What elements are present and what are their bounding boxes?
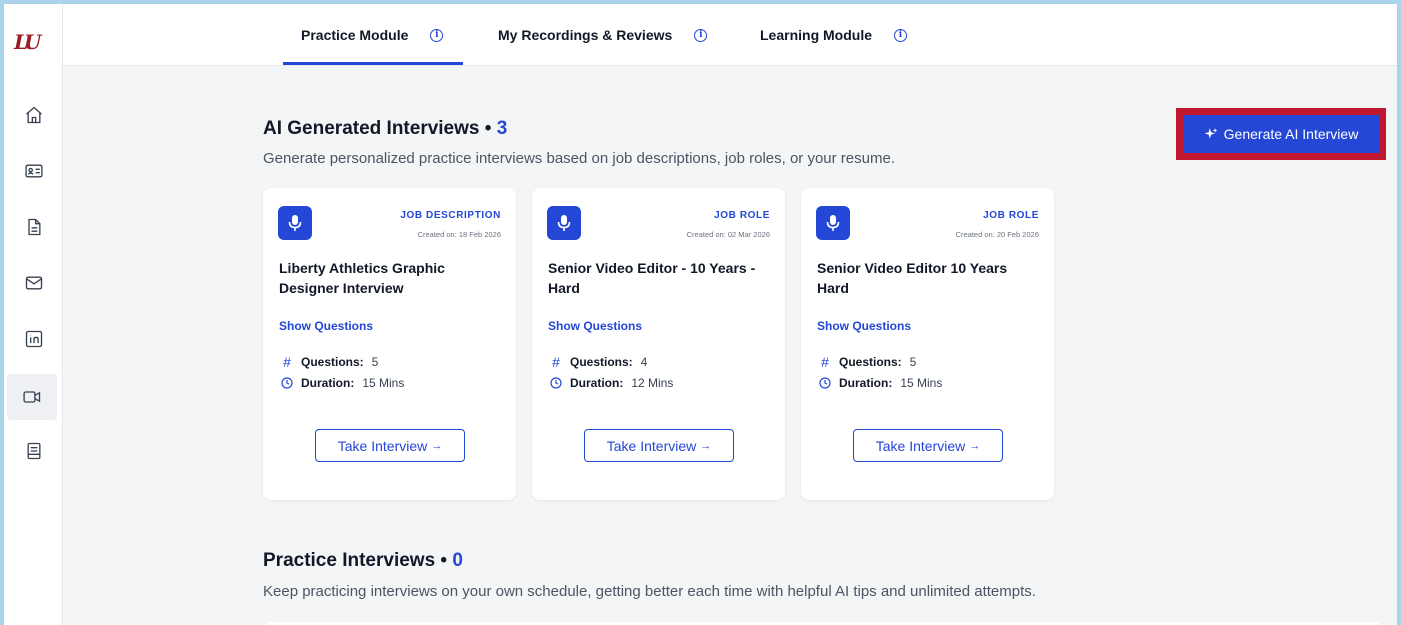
interview-card: JOB ROLE Created on: 20 Feb 2026 Senior …	[801, 188, 1054, 500]
take-interview-button[interactable]: Take Interview →	[315, 429, 465, 462]
card-created-date: Created on: 18 Feb 2026	[417, 230, 501, 239]
questions-count: # Questions: 5	[281, 354, 378, 370]
card-title: Senior Video Editor - 10 Years - Hard	[548, 260, 756, 296]
duration: Duration: 15 Mins	[281, 376, 404, 390]
questions-label: Questions:	[301, 355, 364, 369]
mic-icon	[278, 206, 312, 240]
sidebar-item-documents[interactable]	[4, 204, 63, 250]
generate-button-highlight: Generate AI Interview	[1176, 108, 1386, 160]
info-icon[interactable]: i	[894, 28, 907, 42]
duration-value: 15 Mins	[900, 376, 943, 390]
lu-logo[interactable]: LU	[14, 30, 41, 54]
duration-label: Duration:	[570, 376, 624, 390]
duration: Duration: 12 Mins	[550, 376, 673, 390]
card-type-badge: JOB ROLE	[983, 210, 1039, 221]
questions-label: Questions:	[839, 355, 902, 369]
mic-icon	[816, 206, 850, 240]
mic-icon	[547, 206, 581, 240]
hash-icon: #	[821, 354, 829, 370]
arrow-right-icon: →	[700, 439, 712, 452]
generate-button-label: Generate AI Interview	[1223, 126, 1359, 142]
show-questions-link[interactable]: Show Questions	[817, 319, 911, 333]
linkedin-icon	[25, 330, 42, 348]
ai-interviews-subtitle: Generate personalized practice interview…	[263, 150, 895, 167]
generate-ai-interview-button[interactable]: Generate AI Interview	[1183, 115, 1379, 153]
arrow-right-icon: →	[969, 439, 981, 452]
info-icon[interactable]: i	[694, 28, 708, 42]
interview-card: JOB ROLE Created on: 02 Mar 2026 Senior …	[532, 188, 785, 500]
tab-recordings-reviews[interactable]: My Recordings & Reviews i	[498, 4, 708, 66]
active-tab-indicator	[283, 62, 463, 65]
heading-text: AI Generated Interviews •	[263, 118, 497, 139]
hash-icon: #	[283, 354, 291, 370]
home-icon	[25, 106, 42, 124]
notebook-icon	[27, 442, 40, 460]
questions-count: # Questions: 5	[819, 354, 916, 370]
duration-label: Duration:	[301, 376, 355, 390]
sidebar-item-video[interactable]	[7, 374, 57, 420]
practice-interviews-subtitle: Keep practicing interviews on your own s…	[263, 583, 1036, 600]
take-interview-label: Take Interview	[606, 437, 697, 454]
questions-count: # Questions: 4	[550, 354, 647, 370]
show-questions-link[interactable]: Show Questions	[548, 319, 642, 333]
card-created-date: Created on: 02 Mar 2026	[686, 230, 770, 239]
tab-label: Practice Module	[301, 27, 409, 43]
sparkle-icon	[1204, 128, 1218, 139]
info-icon[interactable]: i	[430, 28, 444, 42]
questions-value: 4	[640, 355, 648, 369]
tab-label: Learning Module	[760, 27, 872, 43]
card-type-badge: JOB ROLE	[714, 210, 770, 221]
duration-value: 12 Mins	[631, 376, 674, 390]
show-questions-link[interactable]: Show Questions	[279, 319, 373, 333]
card-created-date: Created on: 20 Feb 2026	[955, 230, 1039, 239]
sidebar-item-home[interactable]	[4, 92, 63, 138]
take-interview-label: Take Interview	[875, 437, 966, 454]
questions-label: Questions:	[570, 355, 633, 369]
sidebar-item-mail[interactable]	[4, 260, 63, 306]
sidebar-item-linkedin[interactable]	[4, 316, 63, 362]
clock-icon	[550, 377, 562, 389]
ai-interviews-heading: AI Generated Interviews • 3	[263, 118, 507, 140]
video-icon	[23, 391, 41, 403]
duration: Duration: 15 Mins	[819, 376, 942, 390]
clock-icon	[281, 377, 293, 389]
top-nav: Practice Module i My Recordings & Review…	[63, 4, 1397, 66]
arrow-right-icon: →	[431, 439, 443, 452]
app-frame: LU Practice Module i My Recordings & Rev…	[4, 4, 1397, 625]
take-interview-button[interactable]: Take Interview →	[853, 429, 1003, 462]
clock-icon	[819, 377, 831, 389]
card-title: Liberty Athletics Graphic Designer Inter…	[279, 260, 445, 296]
mail-icon	[25, 276, 42, 290]
sidebar-item-profile[interactable]	[4, 148, 63, 194]
sidebar-item-notebook[interactable]	[4, 428, 63, 474]
questions-value: 5	[371, 355, 379, 369]
sidebar: LU	[4, 4, 63, 625]
ai-interviews-count: 3	[496, 118, 508, 139]
tab-practice-module[interactable]: Practice Module i	[301, 4, 444, 66]
questions-value: 5	[909, 355, 917, 369]
card-title: Senior Video Editor 10 Years Hard	[817, 260, 1008, 296]
practice-interviews-heading: Practice Interviews • 0	[263, 550, 463, 572]
document-icon	[27, 218, 40, 236]
take-interview-label: Take Interview	[337, 437, 428, 454]
practice-interviews-count: 0	[452, 550, 463, 571]
heading-text: Practice Interviews •	[263, 550, 453, 571]
card-type-badge: JOB DESCRIPTION	[400, 210, 501, 221]
tab-learning-module[interactable]: Learning Module i	[760, 4, 907, 66]
id-card-icon	[24, 164, 43, 178]
tab-label: My Recordings & Reviews	[498, 27, 673, 43]
take-interview-button[interactable]: Take Interview →	[584, 429, 734, 462]
hash-icon: #	[552, 354, 560, 370]
interview-card: JOB DESCRIPTION Created on: 18 Feb 2026 …	[263, 188, 516, 500]
duration-value: 15 Mins	[362, 376, 405, 390]
duration-label: Duration:	[839, 376, 893, 390]
